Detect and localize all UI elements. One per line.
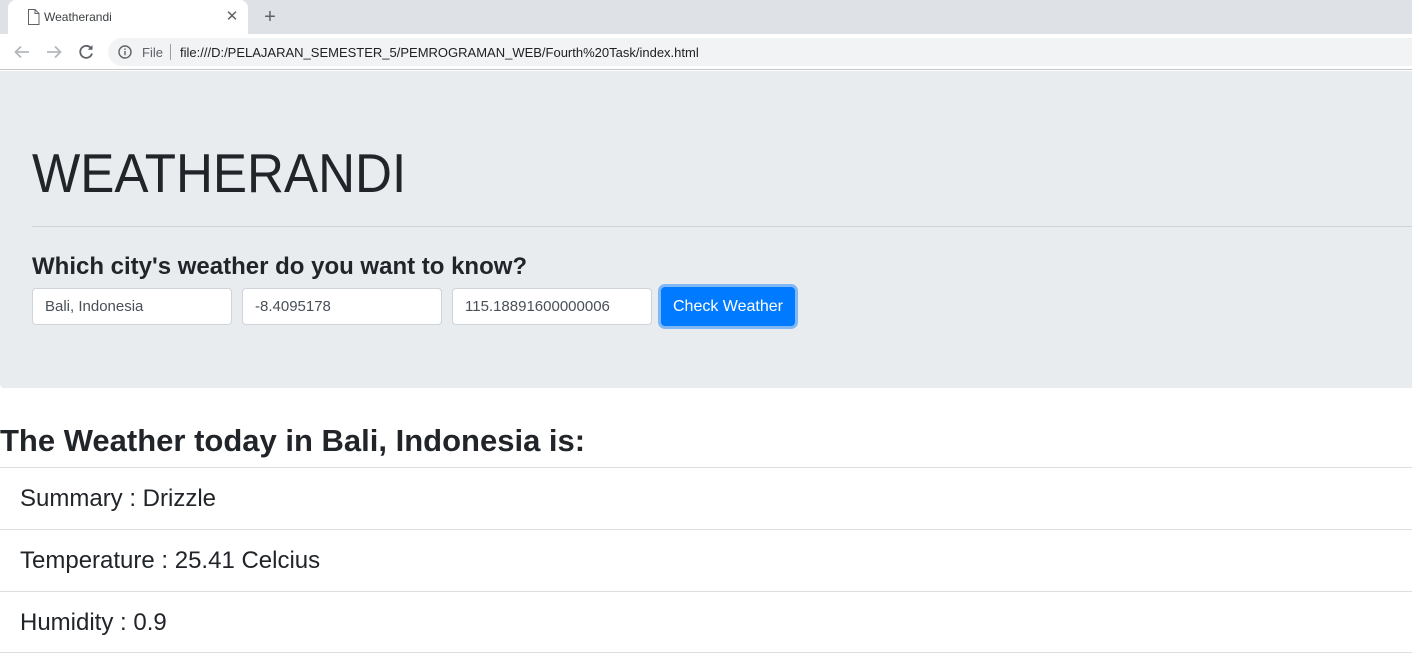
question-heading: Which city's weather do you want to know… [32, 253, 528, 280]
result-summary: Summary : Drizzle [0, 467, 1412, 529]
city-input[interactable]: Bali, Indonesia [32, 288, 232, 325]
forward-arrow-icon[interactable] [43, 41, 65, 63]
divider [32, 226, 1412, 227]
latitude-input[interactable]: -8.4095178 [242, 288, 442, 325]
document-icon [27, 9, 40, 25]
close-icon[interactable]: ✕ [224, 9, 240, 25]
back-arrow-icon[interactable] [11, 41, 33, 63]
address-bar[interactable]: File file:///D:/PELAJARAN_SEMESTER_5/PEM… [108, 38, 1412, 66]
plus-icon[interactable]: + [259, 6, 281, 28]
info-icon[interactable] [118, 45, 132, 59]
tab-title: Weatherandi [44, 10, 112, 24]
scheme-label: File [142, 45, 163, 60]
browser-tabstrip: Weatherandi ✕ + [0, 0, 1412, 34]
result-temperature: Temperature : 25.41 Celcius [0, 529, 1412, 591]
browser-tab[interactable]: Weatherandi ✕ [8, 0, 248, 34]
browser-toolbar: File file:///D:/PELAJARAN_SEMESTER_5/PEM… [0, 34, 1412, 70]
result-list: Summary : Drizzle Temperature : 25.41 Ce… [0, 467, 1412, 653]
jumbotron: WEATHERANDI Which city's weather do you … [0, 71, 1412, 388]
reload-icon[interactable] [75, 41, 97, 63]
check-weather-button[interactable]: Check Weather [661, 287, 795, 326]
result-humidity: Humidity : 0.9 [0, 591, 1412, 653]
url-text[interactable]: file:///D:/PELAJARAN_SEMESTER_5/PEMROGRA… [180, 45, 699, 60]
longitude-input[interactable]: 115.18891600000006 [452, 288, 652, 325]
address-separator [170, 44, 171, 60]
page-title: WEATHERANDI [32, 142, 407, 204]
result-heading: The Weather today in Bali, Indonesia is: [0, 423, 586, 458]
